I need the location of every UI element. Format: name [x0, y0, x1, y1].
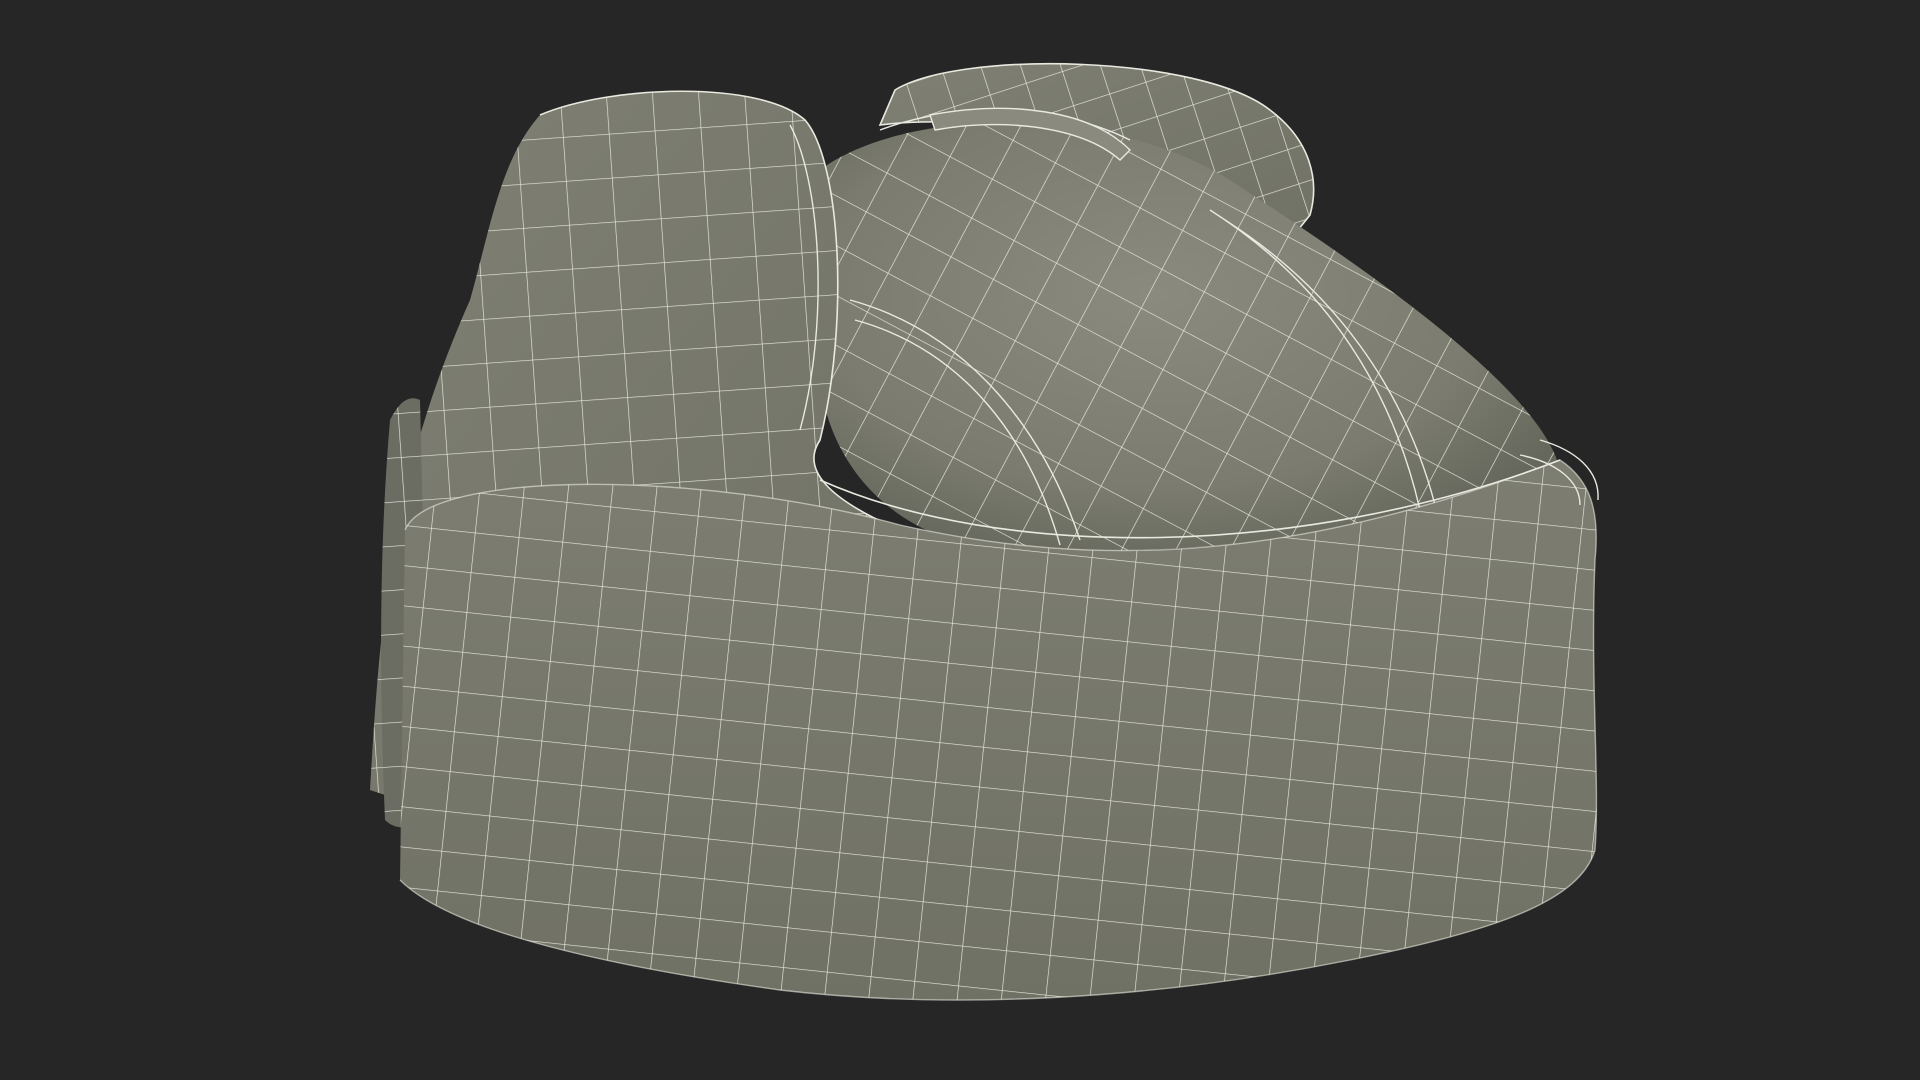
hat-wireframe-render	[370, 62, 1599, 1001]
render-viewport	[0, 0, 1920, 1080]
